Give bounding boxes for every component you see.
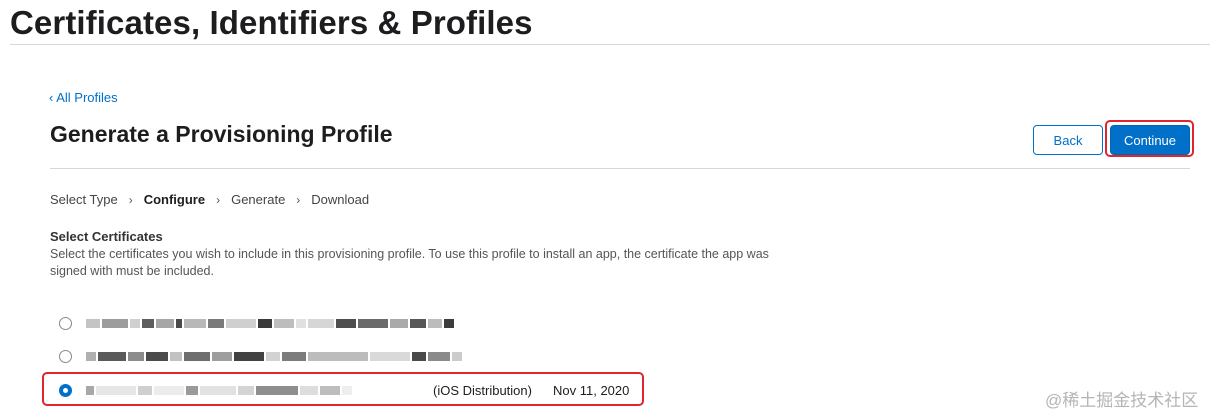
step-breadcrumb: Select Type › Configure › Generate › Dow… bbox=[50, 192, 369, 207]
chevron-right-icon: › bbox=[128, 192, 133, 207]
certificate-radio-1[interactable] bbox=[59, 317, 72, 330]
watermark: @稀土掘金技术社区 bbox=[1045, 391, 1199, 410]
certificate-radio-3[interactable] bbox=[59, 384, 72, 397]
title-divider bbox=[10, 44, 1210, 45]
certificate-name-redacted bbox=[86, 386, 354, 395]
all-profiles-link[interactable]: ‹ All Profiles bbox=[49, 90, 118, 105]
chevron-right-icon: › bbox=[216, 192, 221, 207]
section-title: Generate a Provisioning Profile bbox=[50, 121, 393, 147]
certificate-name-redacted bbox=[86, 352, 464, 361]
certificate-radio-2[interactable] bbox=[59, 350, 72, 363]
certificates-heading: Select Certificates bbox=[50, 229, 163, 244]
certificate-date: Nov 11, 2020 bbox=[553, 383, 630, 398]
certificate-name-redacted bbox=[86, 319, 456, 328]
page-title: Certificates, Identifiers & Profiles bbox=[10, 4, 533, 41]
step-configure: Configure bbox=[143, 192, 206, 207]
chevron-right-icon: › bbox=[296, 192, 301, 207]
certificate-type: (iOS Distribution) bbox=[433, 383, 532, 398]
continue-button[interactable]: Continue bbox=[1110, 125, 1190, 155]
step-select-type: Select Type bbox=[50, 192, 118, 207]
header-divider bbox=[50, 168, 1190, 169]
step-generate: Generate bbox=[231, 192, 286, 207]
step-download: Download bbox=[311, 192, 370, 207]
back-button[interactable]: Back bbox=[1033, 125, 1103, 155]
certificates-description: Select the certificates you wish to incl… bbox=[50, 247, 769, 278]
